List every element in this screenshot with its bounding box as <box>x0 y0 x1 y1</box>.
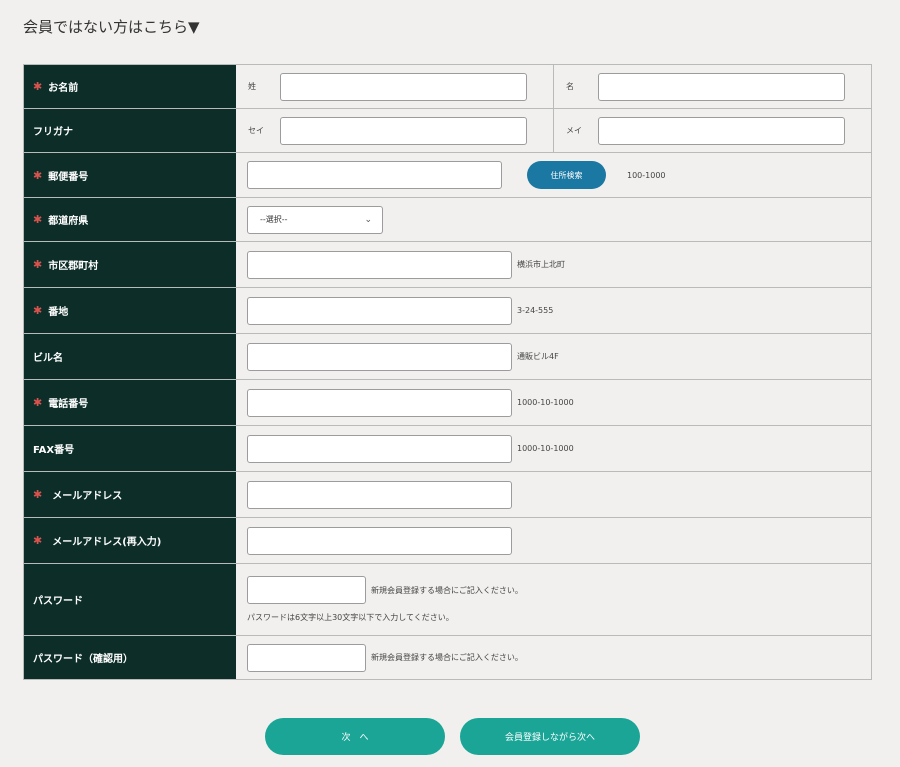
row-pref: ✱ 都道府県 --選択-- ⌄ <box>24 198 871 242</box>
required-icon: ✱ <box>33 304 43 317</box>
password-confirm-input[interactable] <box>247 643 366 672</box>
tel-input[interactable] <box>247 388 512 417</box>
required-icon: ✱ <box>33 534 43 547</box>
password-hint: 新規会員登録する場合にご記入ください。 <box>371 585 523 595</box>
label-building-text: ビル名 <box>33 353 63 364</box>
password-rule-note: パスワードは6文字以上30文字以下で入力してください。 <box>247 613 454 622</box>
next-button[interactable]: 次 へ <box>265 718 445 755</box>
password-confirm-hint: 新規会員登録する場合にご記入ください。 <box>371 653 523 662</box>
label-email-confirm: ✱ メールアドレス(再入力) <box>24 518 236 563</box>
city-hint: 横浜市上北町 <box>517 260 565 269</box>
label-address: ✱ 番地 <box>24 288 236 333</box>
email-input[interactable] <box>247 480 512 509</box>
city-input[interactable] <box>247 250 512 279</box>
prefecture-select-value: --選択-- <box>260 215 288 224</box>
fax-hint: 1000-10-1000 <box>517 444 574 453</box>
label-zip-text: 郵便番号 <box>48 171 89 183</box>
row-password: パスワード 新規会員登録する場合にご記入ください。 パスワードは6文字以上30文… <box>24 564 871 636</box>
label-email: ✱ メールアドレス <box>24 472 236 517</box>
label-city-text: 市区郡町村 <box>48 261 99 272</box>
sub-label-last-name: 姓 <box>248 82 256 91</box>
label-password-confirm: パスワード（確認用） <box>24 636 236 679</box>
label-fax-text: FAX番号 <box>33 445 75 456</box>
required-icon: ✱ <box>33 488 43 501</box>
row-tel: ✱ 電話番号 1000-10-1000 <box>24 380 871 426</box>
row-city: ✱ 市区郡町村 横浜市上北町 <box>24 242 871 288</box>
label-city: ✱ 市区郡町村 <box>24 242 236 287</box>
label-password-text: パスワード <box>33 596 83 607</box>
address-search-button[interactable]: 住所検索 <box>527 161 606 189</box>
label-building: ビル名 <box>24 334 236 379</box>
label-furigana: フリガナ <box>24 109 236 152</box>
row-address: ✱ 番地 3-24-555 <box>24 288 871 334</box>
row-furigana: フリガナ セイ メイ <box>24 109 871 153</box>
row-password-confirm: パスワード（確認用） 新規会員登録する場合にご記入ください。 <box>24 636 871 679</box>
building-input[interactable] <box>247 342 512 371</box>
sub-label-first-kana: メイ <box>566 126 582 135</box>
label-pref: ✱ 都道府県 <box>24 198 236 241</box>
email-confirm-input[interactable] <box>247 526 512 555</box>
register-and-next-button[interactable]: 会員登録しながら次へ <box>460 718 640 755</box>
label-password: パスワード <box>24 564 236 635</box>
required-icon: ✱ <box>33 168 43 182</box>
label-fax: FAX番号 <box>24 426 236 471</box>
sub-label-first-name: 名 <box>566 82 574 91</box>
required-icon: ✱ <box>33 258 43 271</box>
label-zip: ✱ 郵便番号 <box>24 153 236 197</box>
sub-label-last-kana: セイ <box>248 126 264 135</box>
required-icon: ✱ <box>33 396 43 409</box>
row-fax: FAX番号 1000-10-1000 <box>24 426 871 472</box>
tel-hint: 1000-10-1000 <box>517 398 574 407</box>
building-hint: 通販ビル4F <box>517 352 559 361</box>
label-name-text: お名前 <box>48 83 79 94</box>
last-kana-input[interactable] <box>280 116 527 145</box>
label-name: ✱ お名前 <box>24 65 236 108</box>
guest-form: ✱ お名前 姓 名 フリガナ セイ メイ ✱ 郵便番号 住所検索 100-100… <box>23 64 872 680</box>
chevron-down-icon: ⌄ <box>364 214 372 225</box>
fax-input[interactable] <box>247 434 512 463</box>
row-zip: ✱ 郵便番号 住所検索 100-1000 <box>24 153 871 198</box>
last-name-input[interactable] <box>280 72 527 101</box>
required-icon: ✱ <box>33 80 43 93</box>
required-icon: ✱ <box>33 213 43 226</box>
page-title: 会員ではない方はこちら▼ <box>23 18 200 36</box>
label-email-confirm-text: メールアドレス(再入力) <box>52 537 162 548</box>
password-input[interactable] <box>247 576 366 604</box>
first-kana-input[interactable] <box>598 116 845 145</box>
address-input[interactable] <box>247 296 512 325</box>
first-name-input[interactable] <box>598 72 845 101</box>
row-building: ビル名 通販ビル4F <box>24 334 871 380</box>
prefecture-select[interactable]: --選択-- ⌄ <box>247 205 383 234</box>
zip-input[interactable] <box>247 161 502 189</box>
label-pref-text: 都道府県 <box>48 216 89 227</box>
label-password-confirm-text: パスワード（確認用） <box>33 654 133 665</box>
label-tel: ✱ 電話番号 <box>24 380 236 425</box>
zip-hint: 100-1000 <box>627 170 666 180</box>
row-email-confirm: ✱ メールアドレス(再入力) <box>24 518 871 564</box>
row-name: ✱ お名前 姓 名 <box>24 65 871 109</box>
address-hint: 3-24-555 <box>517 306 554 315</box>
row-email: ✱ メールアドレス <box>24 472 871 518</box>
label-address-text: 番地 <box>48 307 69 318</box>
label-email-text: メールアドレス <box>52 491 123 502</box>
label-furigana-text: フリガナ <box>33 127 73 138</box>
label-tel-text: 電話番号 <box>48 399 89 410</box>
